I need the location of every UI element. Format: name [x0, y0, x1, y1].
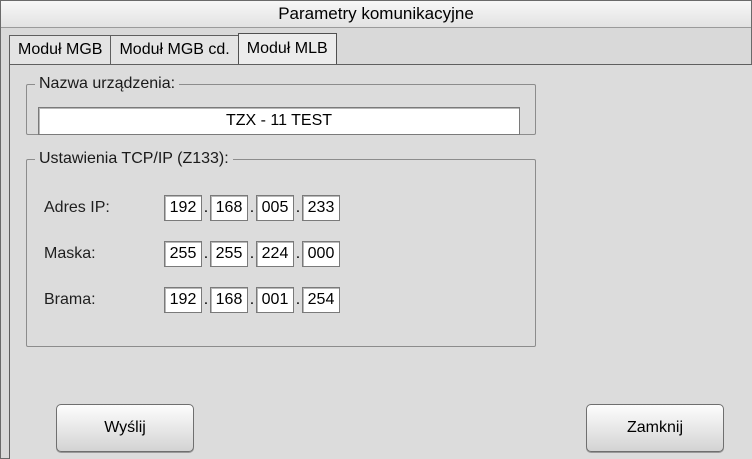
ip-dot: . — [295, 199, 301, 216]
mask-octet-1[interactable]: 255 — [164, 241, 202, 267]
gateway-dot: . — [203, 291, 209, 308]
ip-address-row: Adres IP: 192 . 168 . 005 . 233 — [44, 195, 340, 221]
ip-octet-2[interactable]: 168 — [210, 195, 248, 221]
tab-modul-mlb[interactable]: Moduł MLB — [237, 33, 337, 64]
mask-octet-4[interactable]: 000 — [302, 241, 340, 267]
tab-panel-modul-mlb: Nazwa urządzenia: TZX - 11 TEST Ustawien… — [9, 64, 752, 459]
gateway-octet-2[interactable]: 168 — [210, 287, 248, 313]
tcp-settings-legend: Ustawienia TCP/IP (Z133): — [39, 150, 229, 167]
tab-modul-mgb-cd[interactable]: Moduł MGB cd. — [110, 35, 239, 64]
tab-modul-mgb[interactable]: Moduł MGB — [9, 35, 112, 64]
gateway-row: Brama: 192 . 168 . 001 . 254 — [44, 287, 340, 313]
gateway-label: Brama: — [44, 291, 96, 308]
mask-dot: . — [249, 245, 255, 262]
send-button[interactable]: Wyślij — [56, 404, 194, 452]
gateway-dot: . — [295, 291, 301, 308]
device-name-group: Nazwa urządzenia: TZX - 11 TEST — [26, 75, 536, 135]
ip-dot: . — [249, 199, 255, 216]
gateway-octet-3[interactable]: 001 — [256, 287, 294, 313]
ip-address-label: Adres IP: — [44, 199, 110, 216]
tcp-settings-group: Ustawienia TCP/IP (Z133): Adres IP: 192 … — [26, 150, 536, 347]
dialog-window: Parametry komunikacyjne Moduł MGB Moduł … — [0, 0, 752, 459]
gateway-dot: . — [249, 291, 255, 308]
device-name-field[interactable]: TZX - 11 TEST — [38, 107, 520, 135]
ip-octet-1[interactable]: 192 — [164, 195, 202, 221]
gateway-octet-4[interactable]: 254 — [302, 287, 340, 313]
device-name-legend: Nazwa urządzenia: — [39, 75, 176, 92]
mask-octet-3[interactable]: 224 — [256, 241, 294, 267]
mask-label: Maska: — [44, 245, 96, 262]
ip-dot: . — [203, 199, 209, 216]
tab-bar: Moduł MGB Moduł MGB cd. Moduł MLB — [9, 33, 337, 65]
close-button[interactable]: Zamknij — [586, 404, 724, 452]
mask-row: Maska: 255 . 255 . 224 . 000 — [44, 241, 340, 267]
gateway-octet-1[interactable]: 192 — [164, 287, 202, 313]
mask-dot: . — [203, 245, 209, 262]
ip-octet-3[interactable]: 005 — [256, 195, 294, 221]
window-title: Parametry komunikacyjne — [1, 1, 751, 28]
mask-dot: . — [295, 245, 301, 262]
mask-octet-2[interactable]: 255 — [210, 241, 248, 267]
ip-octet-4[interactable]: 233 — [302, 195, 340, 221]
